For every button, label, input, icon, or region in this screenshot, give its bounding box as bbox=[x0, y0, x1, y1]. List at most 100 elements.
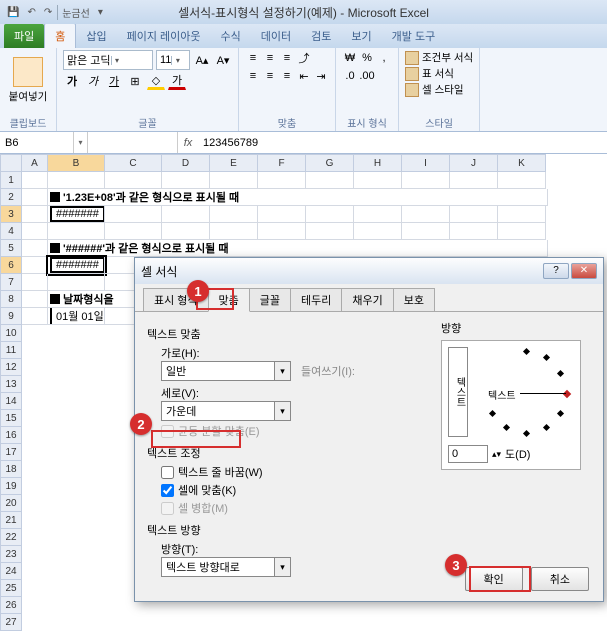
row-header[interactable]: 22 bbox=[0, 529, 22, 546]
tab-review[interactable]: 검토 bbox=[301, 24, 341, 48]
row-header[interactable]: 5 bbox=[0, 240, 22, 257]
dialog-title-bar[interactable]: 셀 서식 ? ✕ bbox=[135, 258, 603, 284]
accounting-icon[interactable]: ₩ bbox=[342, 50, 358, 66]
select-all-corner[interactable] bbox=[0, 154, 22, 172]
fill-color-button[interactable]: ◇ bbox=[147, 72, 165, 90]
tab-insert[interactable]: 삽입 bbox=[76, 24, 116, 48]
row-header[interactable]: 14 bbox=[0, 393, 22, 410]
underline-button[interactable]: 가 bbox=[105, 72, 123, 90]
tab-data[interactable]: 데이터 bbox=[251, 24, 301, 48]
ok-button[interactable]: 확인 bbox=[465, 567, 523, 591]
dialog-close-button[interactable]: ✕ bbox=[571, 263, 597, 279]
name-box-dropdown-icon[interactable]: ▾ bbox=[74, 132, 88, 153]
orientation-dial[interactable]: 텍스트 bbox=[480, 347, 574, 441]
direction-select[interactable]: 텍스트 방향대로▾ bbox=[161, 557, 291, 577]
degree-spinner[interactable]: 0 bbox=[448, 445, 488, 463]
fx-icon[interactable]: fx bbox=[178, 132, 198, 153]
chevron-down-icon[interactable]: ▾ bbox=[111, 56, 123, 65]
col-header[interactable]: B bbox=[48, 154, 105, 172]
chevron-down-icon[interactable]: ▾ bbox=[274, 402, 290, 420]
row-header[interactable]: 15 bbox=[0, 410, 22, 427]
cell-b3[interactable]: ####### bbox=[48, 206, 105, 223]
row-header[interactable]: 21 bbox=[0, 512, 22, 529]
horiz-align-select[interactable]: 일반▾ bbox=[161, 361, 291, 381]
dialog-tab-border[interactable]: 테두리 bbox=[290, 288, 342, 311]
wrap-checkbox[interactable] bbox=[161, 466, 174, 479]
chevron-down-icon[interactable]: ▾ bbox=[171, 56, 183, 65]
chevron-down-icon[interactable]: ▾ bbox=[274, 558, 290, 576]
row-header[interactable]: 13 bbox=[0, 376, 22, 393]
row-header[interactable]: 3 bbox=[0, 206, 22, 223]
cell-b6-selected[interactable]: ####### bbox=[48, 257, 105, 274]
bold-button[interactable]: 가 bbox=[63, 72, 81, 90]
tab-view[interactable]: 보기 bbox=[341, 24, 381, 48]
font-size-select[interactable]: 11▾ bbox=[156, 50, 190, 70]
row-header[interactable]: 23 bbox=[0, 546, 22, 563]
italic-button[interactable]: 가 bbox=[84, 72, 102, 90]
dialog-tab-fill[interactable]: 채우기 bbox=[341, 288, 393, 311]
chevron-down-icon[interactable]: ▾ bbox=[274, 362, 290, 380]
col-header[interactable]: F bbox=[258, 154, 306, 172]
row-header[interactable]: 20 bbox=[0, 495, 22, 512]
shrink-checkbox[interactable] bbox=[161, 484, 174, 497]
orientation-icon[interactable]: ⤴ bbox=[296, 50, 312, 66]
vertical-text-button[interactable]: 텍스트 bbox=[448, 347, 468, 437]
decrease-font-icon[interactable]: A▾ bbox=[214, 51, 232, 69]
row-header[interactable]: 19 bbox=[0, 478, 22, 495]
col-header[interactable]: D bbox=[162, 154, 210, 172]
col-header[interactable]: I bbox=[402, 154, 450, 172]
row-header[interactable]: 11 bbox=[0, 342, 22, 359]
qat-undo-icon[interactable]: ↶ bbox=[24, 7, 38, 18]
row-header[interactable]: 16 bbox=[0, 427, 22, 444]
dialog-tab-font[interactable]: 글꼴 bbox=[249, 288, 291, 311]
orientation-control[interactable]: 텍스트 텍스트 0 ▴▾ 도(D) bbox=[441, 340, 581, 470]
indent-inc-icon[interactable]: ⇥ bbox=[313, 68, 329, 84]
qat-dropdown-icon[interactable]: ▾ bbox=[95, 7, 106, 18]
cell-b2[interactable]: '1.23E+08'과 같은 형식으로 표시될 때 bbox=[48, 189, 548, 206]
increase-font-icon[interactable]: A▴ bbox=[193, 51, 211, 69]
cell-b9[interactable]: 01월 01일 bbox=[48, 308, 105, 325]
tab-developer[interactable]: 개발 도구 bbox=[382, 24, 446, 48]
percent-icon[interactable]: % bbox=[359, 50, 375, 66]
vert-align-select[interactable]: 가운데▾ bbox=[161, 401, 291, 421]
align-top-icon[interactable]: ≡ bbox=[245, 50, 261, 66]
row-header[interactable]: 10 bbox=[0, 325, 22, 342]
wrap-text-check[interactable]: 텍스트 줄 바꿈(W) bbox=[161, 464, 441, 480]
align-right-icon[interactable]: ≡ bbox=[279, 68, 295, 84]
tab-page-layout[interactable]: 페이지 레이아웃 bbox=[117, 24, 211, 48]
tab-file[interactable]: 파일 bbox=[4, 24, 44, 48]
conditional-format-button[interactable]: 조건부 서식 bbox=[405, 50, 473, 65]
shrink-to-fit-check[interactable]: 셀에 맞춤(K) bbox=[161, 482, 441, 498]
border-button[interactable]: ⊞ bbox=[126, 72, 144, 90]
col-header[interactable]: J bbox=[450, 154, 498, 172]
row-header[interactable]: 27 bbox=[0, 614, 22, 631]
row-header[interactable]: 9 bbox=[0, 308, 22, 325]
row-header[interactable]: 26 bbox=[0, 597, 22, 614]
align-bottom-icon[interactable]: ≡ bbox=[279, 50, 295, 66]
name-box[interactable]: B6 bbox=[0, 132, 74, 153]
col-header[interactable]: A bbox=[22, 154, 48, 172]
row-header[interactable]: 12 bbox=[0, 359, 22, 376]
row-header[interactable]: 1 bbox=[0, 172, 22, 189]
dialog-help-button[interactable]: ? bbox=[543, 263, 569, 279]
tab-home[interactable]: 홈 bbox=[44, 23, 76, 48]
col-header[interactable]: K bbox=[498, 154, 546, 172]
col-header[interactable]: H bbox=[354, 154, 402, 172]
paste-button[interactable]: 붙여넣기 bbox=[6, 50, 50, 110]
col-header[interactable]: C bbox=[105, 154, 162, 172]
cell-b5[interactable]: '######'과 같은 형식으로 표시될 때 bbox=[48, 240, 548, 257]
row-header[interactable]: 8 bbox=[0, 291, 22, 308]
qat-redo-icon[interactable]: ↷ bbox=[41, 7, 55, 18]
row-header[interactable]: 25 bbox=[0, 580, 22, 597]
dec-decimal-icon[interactable]: .00 bbox=[359, 68, 375, 84]
formula-input[interactable]: 123456789 bbox=[198, 132, 607, 153]
font-color-button[interactable]: 가 bbox=[168, 72, 186, 90]
align-left-icon[interactable]: ≡ bbox=[245, 68, 261, 84]
inc-decimal-icon[interactable]: .0 bbox=[342, 68, 358, 84]
col-header[interactable]: G bbox=[306, 154, 354, 172]
row-header[interactable]: 24 bbox=[0, 563, 22, 580]
comma-icon[interactable]: , bbox=[376, 50, 392, 66]
row-header[interactable]: 18 bbox=[0, 461, 22, 478]
align-center-icon[interactable]: ≡ bbox=[262, 68, 278, 84]
qat-gridlines-toggle[interactable]: 눈금선 bbox=[57, 5, 93, 20]
